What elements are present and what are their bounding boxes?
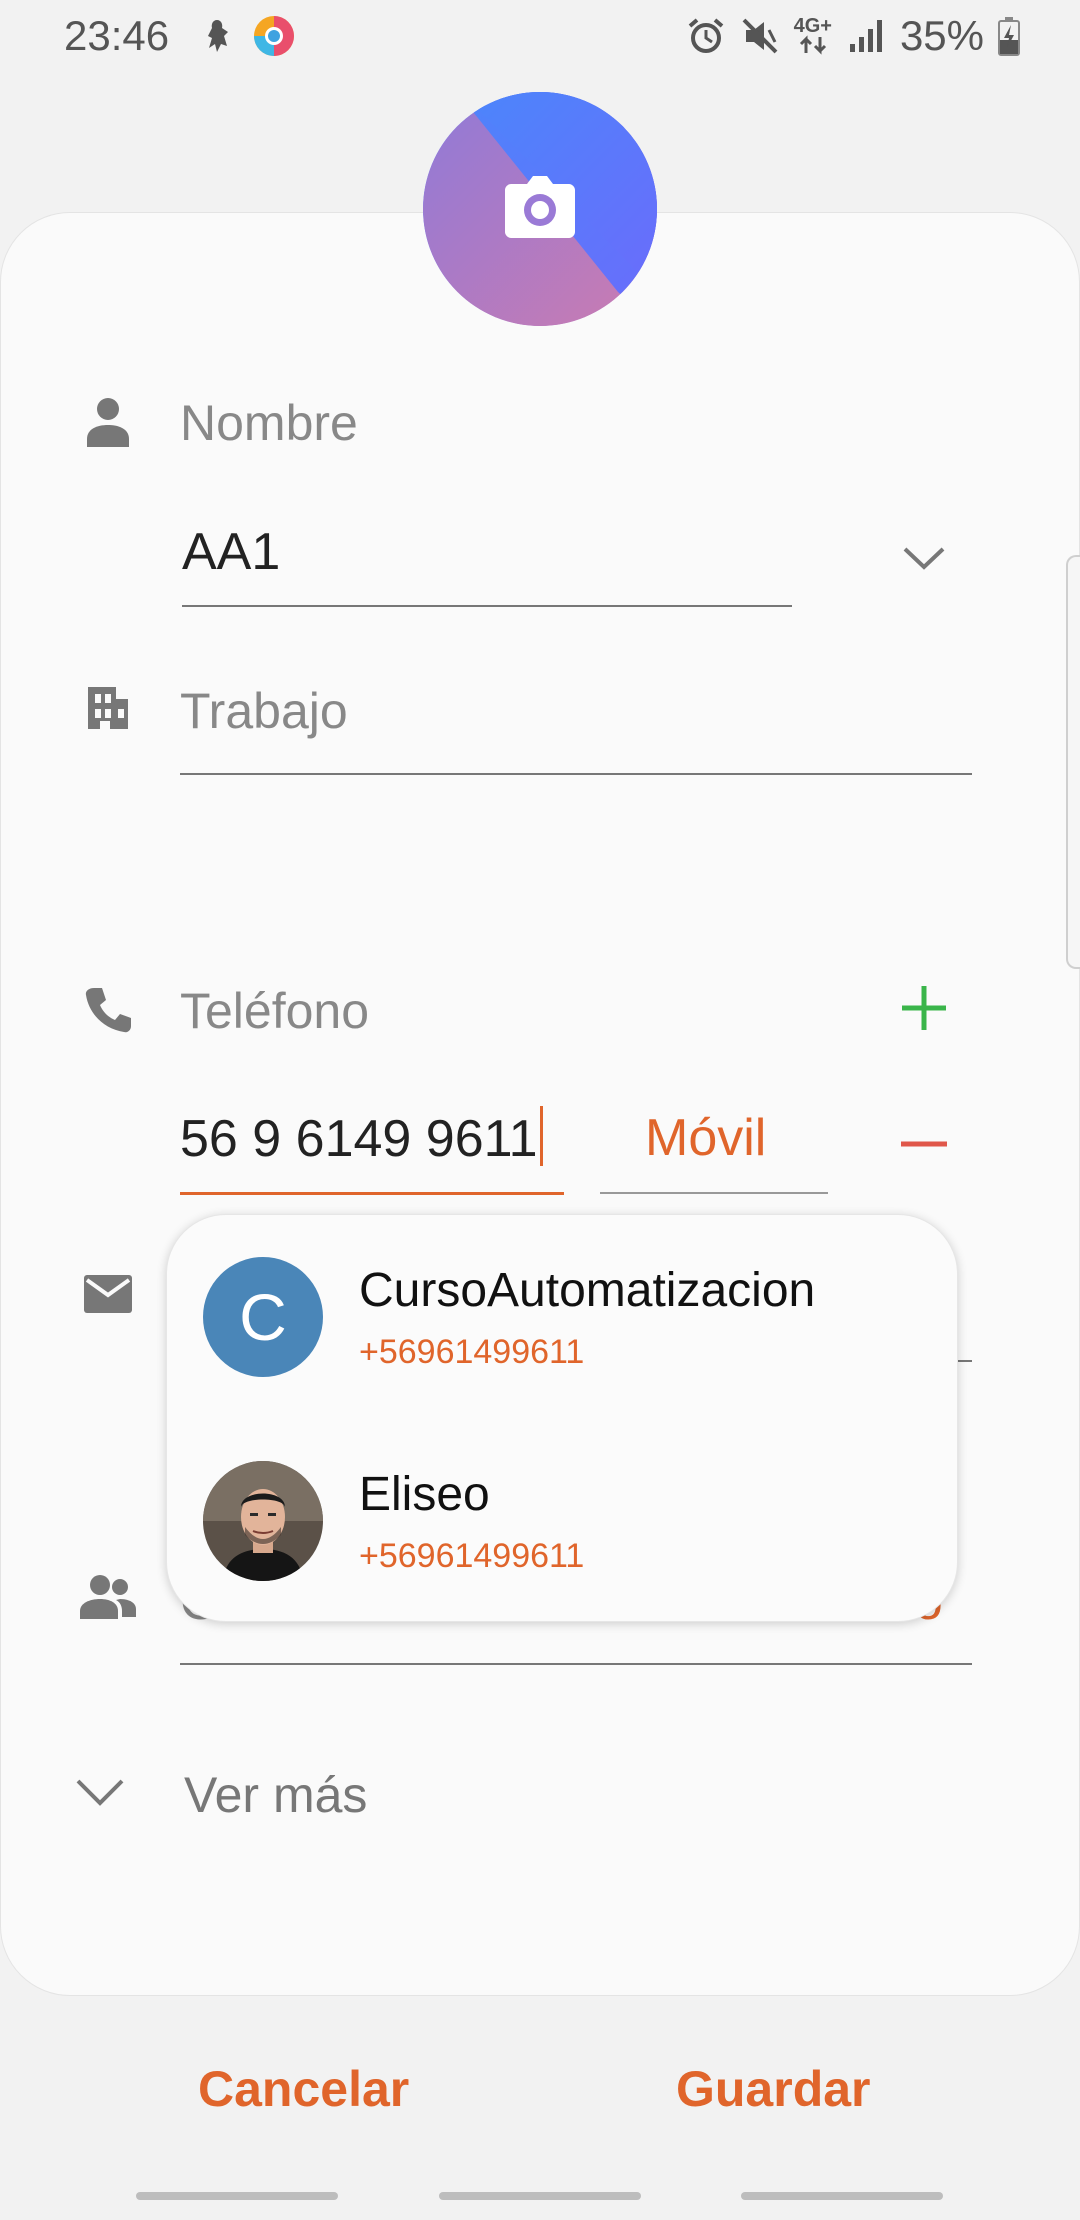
cancel-button[interactable]: Cancelar [198, 2060, 409, 2118]
suggestion-phone: +56961499611 [359, 1333, 585, 1371]
name-label: Nombre [180, 395, 358, 451]
status-bar: 23:46 4G+ 35% [0, 0, 1080, 70]
avatar [203, 1461, 323, 1581]
camera-icon [505, 175, 575, 243]
phone-type-underline [600, 1192, 828, 1194]
battery-charging-icon [998, 16, 1020, 56]
phone-label: Teléfono [180, 983, 370, 1039]
chevron-down-icon[interactable] [894, 528, 954, 588]
suggestion-item[interactable]: Eliseo +56961499611 [167, 1419, 959, 1623]
text-cursor [539, 1106, 543, 1166]
building-icon [78, 678, 138, 738]
work-input[interactable]: Trabajo [180, 682, 348, 740]
remove-phone-icon[interactable] [894, 1114, 954, 1174]
contact-suggestions-popup: C CursoAutomatizacion +56961499611 Elise… [166, 1214, 958, 1622]
phone-input-value: 56 9 6149 9611 [180, 1110, 538, 1168]
phone-type-select[interactable]: Móvil [645, 1108, 766, 1168]
phone-underline [180, 1192, 564, 1195]
save-button[interactable]: Guardar [676, 2060, 871, 2118]
mute-icon [740, 16, 780, 56]
contact-form-card [0, 212, 1080, 1996]
network-type-label: 4G+ [793, 15, 832, 37]
expand-chevron-icon[interactable] [70, 1762, 130, 1822]
see-more-button[interactable]: Ver más [184, 1766, 367, 1824]
work-underline [180, 773, 972, 775]
nav-back-button[interactable] [741, 2192, 943, 2200]
nav-home-button[interactable] [439, 2192, 641, 2200]
data-icon: 4G+ [793, 15, 832, 55]
battery-percent: 35% [899, 12, 984, 59]
suggestion-name: Eliseo [359, 1468, 490, 1521]
person-icon [78, 392, 138, 452]
scroll-indicator[interactable] [1066, 555, 1080, 969]
phone-icon [78, 980, 138, 1040]
phone-input[interactable]: 56 9 6149 9611 [180, 1106, 562, 1169]
add-phone-icon[interactable] [894, 978, 954, 1038]
name-input[interactable]: AA1 [182, 522, 280, 582]
add-photo-button[interactable] [423, 92, 657, 326]
notification-icon [200, 16, 234, 56]
suggestion-item[interactable]: C CursoAutomatizacion +56961499611 [167, 1215, 959, 1419]
screen: 23:46 4G+ 35% Nombre AA1 Trabajo Teléfon… [0, 0, 1080, 2220]
avatar: C [203, 1257, 323, 1377]
nav-recents-button[interactable] [136, 2192, 338, 2200]
group-underline [180, 1663, 972, 1665]
suggestion-name: CursoAutomatizacion [359, 1264, 816, 1317]
email-icon [78, 1264, 138, 1324]
signal-icon [846, 16, 886, 56]
avatar-initial: C [239, 1280, 287, 1354]
group-icon [78, 1566, 138, 1626]
chrome-app-icon [252, 14, 296, 58]
name-underline [182, 605, 792, 607]
status-time: 23:46 [64, 12, 170, 59]
alarm-icon [686, 16, 726, 56]
suggestion-phone: +56961499611 [359, 1537, 585, 1575]
